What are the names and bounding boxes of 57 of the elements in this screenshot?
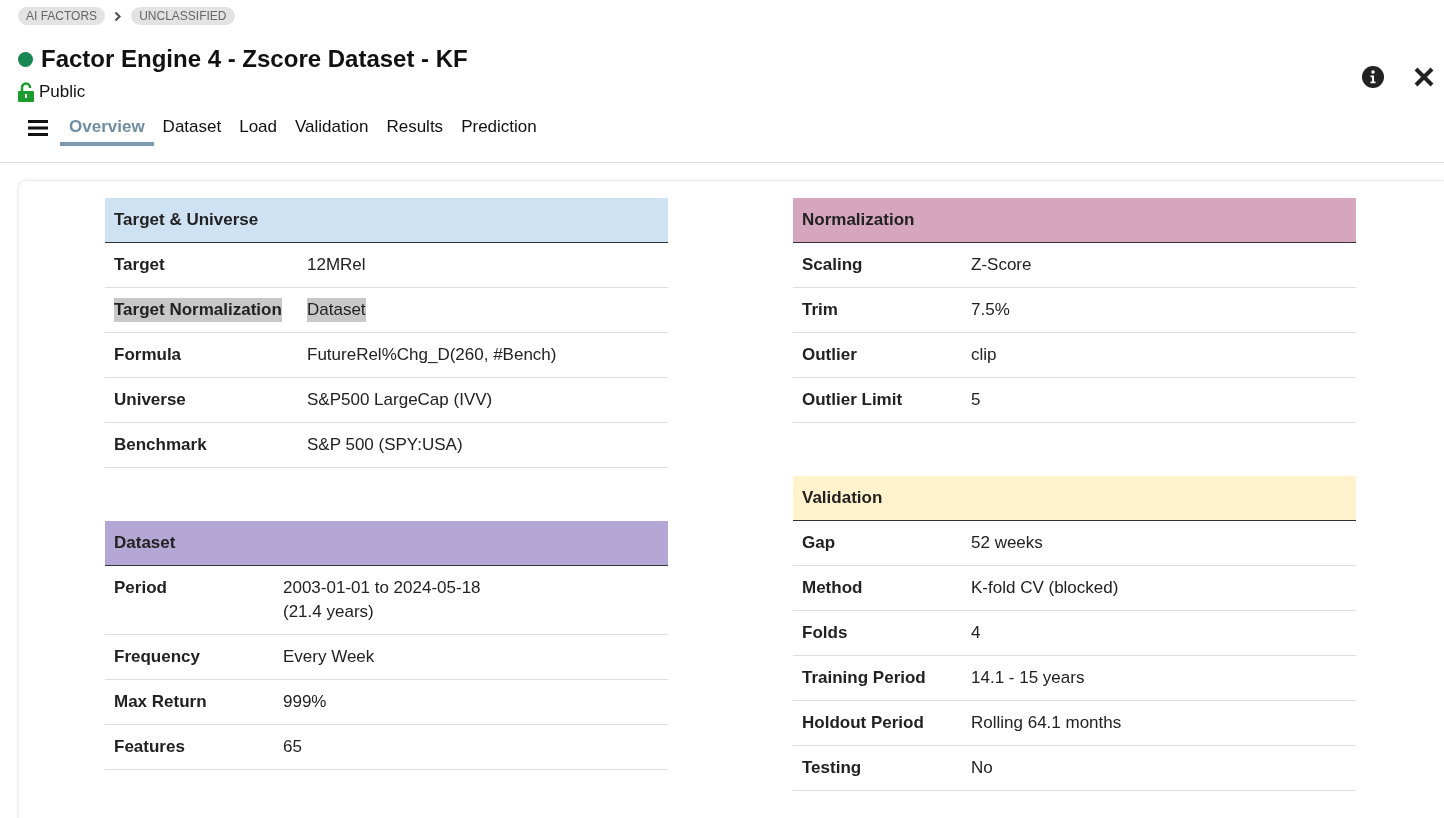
field-value: 7.5% [971, 299, 1010, 321]
close-icon[interactable] [1414, 67, 1434, 87]
field-value: 12MRel [307, 254, 366, 276]
tab[interactable]: Load [230, 114, 287, 146]
tab[interactable]: Validation [286, 114, 378, 146]
tab[interactable]: Dataset [153, 114, 231, 146]
field-label: Universe [114, 389, 186, 411]
field-label: Features [114, 736, 185, 758]
field-label: Frequency [114, 646, 200, 668]
field-label: Trim [802, 299, 838, 321]
field-value: S&P 500 (SPY:USA) [307, 434, 463, 456]
section-header: Validation [793, 476, 1356, 521]
page-title: Factor Engine 4 - Zscore Dataset - KF [41, 45, 468, 73]
field-label: Method [802, 577, 863, 599]
field-label: Max Return [114, 691, 207, 713]
field-label: Target Normalization [114, 298, 282, 322]
field-label: Outlier [802, 344, 857, 366]
field-value: (21.4 years) [283, 601, 374, 623]
field-value: clip [971, 344, 997, 366]
field-label: Folds [802, 622, 848, 644]
field-label: Training Period [802, 667, 926, 689]
menu-icon[interactable] [28, 120, 48, 136]
field-value: 14.1 - 15 years [971, 667, 1085, 689]
field-value: No [971, 757, 993, 779]
field-label: Testing [802, 757, 862, 779]
field-value: 2003-01-01 to 2024-05-18 [283, 577, 481, 599]
field-value: K-fold CV (blocked) [971, 577, 1119, 599]
field-value: 5 [971, 389, 981, 411]
tab[interactable]: Results [377, 114, 453, 146]
section-header: Target & Universe [105, 198, 668, 243]
lock-icon [18, 82, 34, 102]
field-label: Holdout Period [802, 712, 924, 734]
field-value: Every Week [283, 646, 375, 668]
field-value: Rolling 64.1 months [971, 712, 1122, 734]
field-value: Dataset [307, 298, 366, 322]
info-icon[interactable] [1362, 66, 1384, 88]
field-value: 52 weeks [971, 532, 1043, 554]
field-label: Gap [802, 532, 836, 554]
field-label: Benchmark [114, 434, 207, 456]
section-header: Dataset [105, 521, 668, 566]
tab[interactable]: Prediction [452, 114, 546, 146]
field-value: 4 [971, 622, 981, 644]
section-header: Normalization [793, 198, 1356, 243]
chevron-icon [114, 10, 123, 22]
breadcrumb-link[interactable]: AI FACTORS [18, 7, 106, 25]
field-label: Outlier Limit [802, 389, 903, 411]
field-value: S&P500 LargeCap (IVV) [307, 389, 493, 411]
field-label: Period [114, 577, 167, 599]
field-label: Scaling [802, 254, 863, 276]
field-value: FutureRel%Chg_D(260, #Bench) [307, 344, 557, 366]
field-label: Target [114, 254, 165, 276]
field-value: 999% [283, 691, 327, 713]
field-value: 65 [283, 736, 302, 758]
field-value: Z-Score [971, 254, 1032, 276]
breadcrumb-link[interactable]: UNCLASSIFIED [131, 7, 235, 25]
field-label: Formula [114, 344, 182, 366]
visibility-label: Public [39, 82, 86, 102]
